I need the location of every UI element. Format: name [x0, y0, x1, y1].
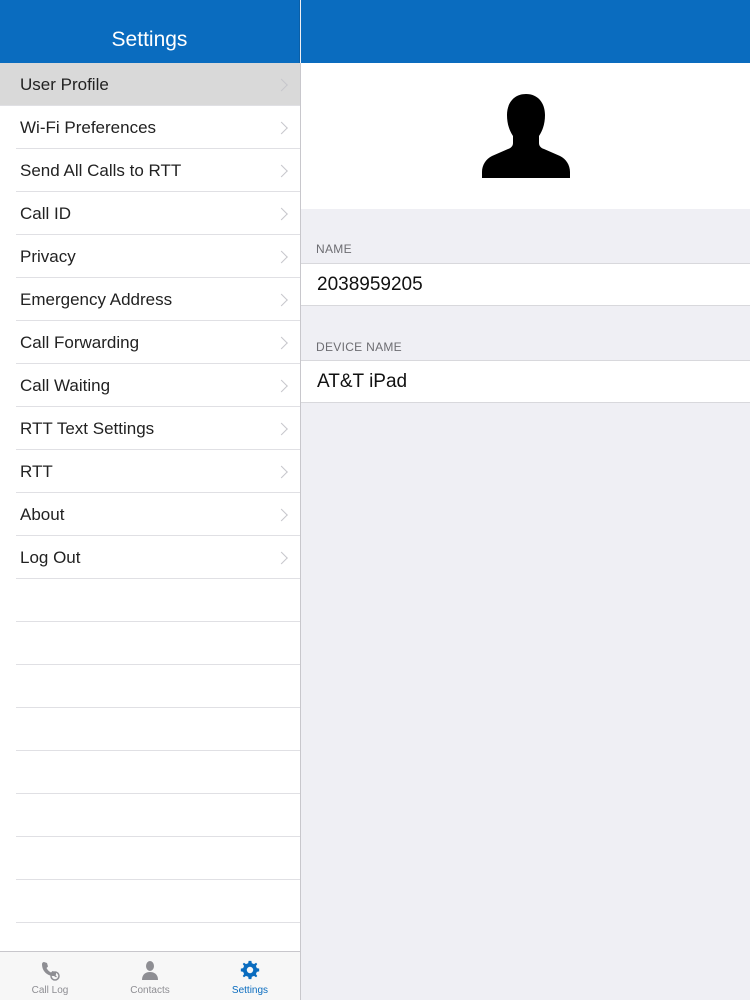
empty-row — [0, 751, 300, 794]
detail-header — [301, 0, 750, 63]
person-silhouette-icon[interactable] — [480, 90, 572, 182]
chevron-right-icon — [275, 508, 288, 521]
name-section-label: NAME — [316, 242, 352, 256]
tab-bar: Call Log Contacts Settings — [0, 951, 301, 1000]
sidebar-item-label: RTT — [20, 461, 53, 481]
sidebar-item-label: User Profile — [20, 74, 109, 94]
sidebar-item-label: Emergency Address — [20, 289, 173, 309]
device-name-value: AT&T iPad — [317, 370, 408, 392]
tab-label: Contacts — [130, 985, 170, 996]
tab-label: Settings — [231, 985, 269, 996]
empty-row — [0, 665, 300, 708]
sidebar-header: Settings — [0, 0, 300, 63]
chevron-right-icon — [275, 121, 288, 134]
sidebar-item-call-id[interactable]: Call ID — [0, 192, 300, 235]
tab-label: Call Log — [31, 985, 69, 996]
tab-call-log[interactable]: Call Log — [0, 952, 100, 1000]
sidebar-item-log-out[interactable]: Log Out — [0, 536, 300, 579]
sidebar-item-label: RTT Text Settings — [20, 418, 155, 438]
sidebar-item-rtt[interactable]: RTT — [0, 450, 300, 493]
empty-row — [0, 837, 300, 880]
profile-avatar-area — [301, 63, 750, 209]
gear-icon — [240, 960, 260, 980]
sidebar-item-label: Wi-Fi Preferences — [20, 117, 157, 137]
empty-row — [0, 579, 300, 622]
empty-row — [0, 794, 300, 837]
page-title: Settings — [111, 28, 188, 51]
empty-row — [0, 708, 300, 751]
name-value: 2038959205 — [317, 273, 423, 295]
sidebar-item-label: Log Out — [20, 547, 81, 567]
device-name-section-label: DEVICE NAME — [316, 340, 402, 354]
chevron-right-icon — [275, 293, 288, 306]
chevron-right-icon — [275, 207, 288, 220]
chevron-right-icon — [275, 422, 288, 435]
device-name-field[interactable]: AT&T iPad — [301, 360, 750, 403]
empty-row — [0, 923, 300, 951]
sidebar-item-label: Call ID — [20, 203, 72, 223]
chevron-right-icon — [275, 551, 288, 564]
sidebar-item-label: Call Waiting — [20, 375, 111, 395]
chevron-right-icon — [275, 379, 288, 392]
sidebar-item-label: Privacy — [20, 246, 76, 266]
sidebar-item-label: About — [20, 504, 65, 524]
chevron-right-icon — [275, 250, 288, 263]
chevron-right-icon — [275, 336, 288, 349]
tab-contacts[interactable]: Contacts — [100, 952, 200, 1000]
sidebar-item-privacy[interactable]: Privacy — [0, 235, 300, 278]
sidebar-item-label: Send All Calls to RTT — [20, 160, 182, 180]
contacts-icon — [142, 961, 158, 980]
sidebar-item-wifi-preferences[interactable]: Wi-Fi Preferences — [0, 106, 300, 149]
sidebar-item-about[interactable]: About — [0, 493, 300, 536]
name-field[interactable]: 2038959205 — [301, 263, 750, 306]
sidebar-item-user-profile[interactable]: User Profile — [0, 63, 300, 106]
sidebar-item-rtt-text-settings[interactable]: RTT Text Settings — [0, 407, 300, 450]
sidebar-item-emergency-address[interactable]: Emergency Address — [0, 278, 300, 321]
empty-row — [0, 622, 300, 665]
sidebar-item-call-waiting[interactable]: Call Waiting — [0, 364, 300, 407]
chevron-right-icon — [275, 164, 288, 177]
sidebar-item-call-forwarding[interactable]: Call Forwarding — [0, 321, 300, 364]
chevron-right-icon — [275, 78, 288, 91]
sidebar-item-send-all-calls-to-rtt[interactable]: Send All Calls to RTT — [0, 149, 300, 192]
tab-settings[interactable]: Settings — [200, 952, 300, 1000]
sidebar-item-label: Call Forwarding — [20, 332, 140, 352]
settings-sidebar: User Profile Wi-Fi Preferences Send All … — [0, 63, 301, 951]
empty-row — [0, 880, 300, 923]
chevron-right-icon — [275, 465, 288, 478]
call-log-icon — [42, 962, 60, 981]
